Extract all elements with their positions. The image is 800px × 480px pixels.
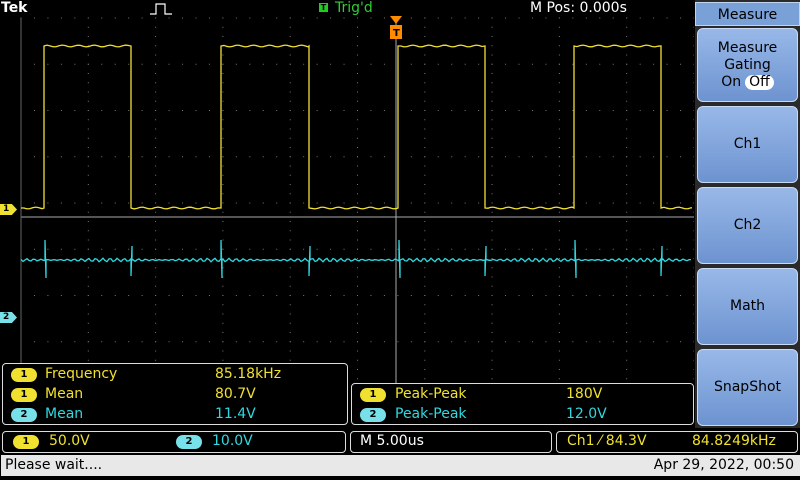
vertical-scale-readout[interactable]: 1 50.0V 2 10.0V [2,431,346,453]
measurement-channel-badge: 1 [11,368,37,382]
timebase-readout[interactable]: M 5.00us [350,431,552,453]
measure-gating-button[interactable]: Measure Gating On Off [697,28,798,102]
measurement-value: 180V [566,386,603,402]
measurement-name: Frequency [45,366,118,382]
measurement-name: Mean [45,406,84,422]
date-time: Apr 29, 2022, 00:50 [549,455,800,476]
measurement-name: Peak-Peak [395,386,467,402]
measurement-name: Peak-Peak [395,406,467,422]
measurement-channel-badge: 1 [11,388,37,402]
trigger-position-icon[interactable]: T [390,16,402,39]
snapshot-button[interactable]: SnapShot [697,349,798,426]
menu-title: Measure [695,2,800,26]
measurement-value: 12.0V [566,406,607,422]
ch2-scale: 10.0V [212,433,253,449]
measurements-panel-right: 1 Peak-Peak 180V 2 Peak-Peak 12.0V [351,383,694,425]
gating-label-line2: Gating [724,56,771,73]
status-message: Please wait.... [1,455,549,476]
measurement-value: 80.7V [215,386,256,402]
measurement-value: 11.4V [215,406,256,422]
status-bar: Please wait.... Apr 29, 2022, 00:50 [0,455,800,480]
ch1-scale-badge: 1 [13,435,39,449]
measurements-panel-left: 1 Frequency 85.18kHz 1 Mean 80.7V 2 Mean… [2,363,348,425]
measurement-value: 85.18kHz [215,366,282,382]
gating-on-option: On [721,73,742,90]
gating-off-option: Off [745,74,774,90]
math-button[interactable]: Math [697,268,798,345]
gating-label-line1: Measure [717,39,778,56]
measurement-channel-badge: 1 [360,388,386,402]
ch2-scale-badge: 2 [176,435,202,449]
measurement-channel-badge: 2 [11,408,37,422]
measurement-name: Mean [45,386,84,402]
trigger-frequency: 84.8249kHz [692,433,776,449]
timebase: M 5.00us [360,433,424,449]
ch2-waveform [20,239,692,279]
measurement-channel-badge: 2 [360,408,386,422]
svg-text:T: T [393,28,400,39]
measure-side-menu: Measure Measure Gating On Off Ch1 Ch2 Ma… [695,0,800,428]
ch1-scale: 50.0V [49,433,90,449]
trigger-readout[interactable]: Ch1 ⁄ 84.3V 84.8249kHz [556,431,798,453]
ch1-button[interactable]: Ch1 [697,106,798,183]
gating-toggle[interactable]: On Off [721,74,774,91]
ch2-button[interactable]: Ch2 [697,187,798,264]
ch1-waveform [20,44,693,210]
graticule [20,17,694,389]
trigger-level: Ch1 ⁄ 84.3V [567,433,647,449]
waveforms [20,44,693,279]
